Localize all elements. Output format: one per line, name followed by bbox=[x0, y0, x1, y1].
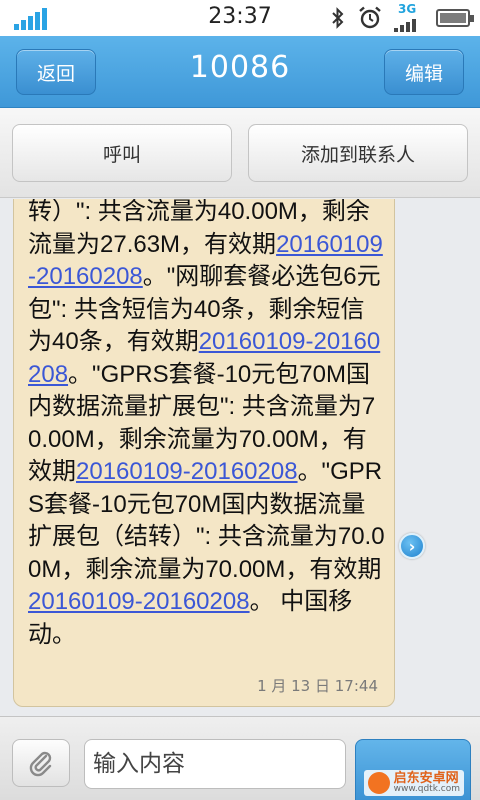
battery-icon bbox=[436, 9, 474, 27]
edit-button[interactable]: 编辑 bbox=[384, 49, 464, 95]
date-range-link[interactable]: 20160109-20160208 bbox=[76, 458, 298, 485]
attach-button[interactable] bbox=[12, 739, 70, 787]
alarm-icon bbox=[359, 6, 381, 29]
status-bar: 23:37 3G bbox=[0, 0, 480, 36]
watermark-logo-icon bbox=[367, 772, 390, 794]
bluetooth-icon bbox=[332, 7, 344, 29]
title-bar: 返回 10086 编辑 bbox=[0, 36, 480, 108]
watermark-url: www.qdtk.com bbox=[393, 784, 460, 794]
add-to-contacts-button[interactable]: 添加到联系人 bbox=[248, 124, 468, 182]
action-bar: 呼叫 添加到联系人 bbox=[0, 108, 480, 198]
back-button[interactable]: 返回 bbox=[16, 49, 96, 95]
paperclip-icon bbox=[29, 751, 52, 777]
message-text: 转）": 共含流量为40.00M，剩余流量为27.63M，有效期20160109… bbox=[28, 199, 386, 651]
message-bubble[interactable]: 转）": 共含流量为40.00M，剩余流量为27.63M，有效期20160109… bbox=[13, 199, 395, 707]
network-label: 3G bbox=[398, 2, 417, 16]
watermark: 启东安卓网 www.qdtk.com bbox=[363, 770, 464, 796]
send-button[interactable]: 启东安卓网 www.qdtk.com bbox=[355, 739, 471, 800]
call-button[interactable]: 呼叫 bbox=[12, 124, 232, 182]
message-input[interactable] bbox=[84, 739, 346, 789]
message-time: 1 月 13 日 17:44 bbox=[257, 677, 378, 695]
page-title: 10086 bbox=[189, 50, 291, 85]
message-list[interactable]: 转）": 共含流量为40.00M，剩余流量为27.63M，有效期20160109… bbox=[0, 199, 480, 716]
compose-bar: 启东安卓网 www.qdtk.com bbox=[0, 716, 480, 800]
network-3g-icon: 3G bbox=[394, 2, 424, 32]
date-range-link[interactable]: 20160109-20160208 bbox=[28, 588, 250, 615]
forward-arrow-icon[interactable]: › bbox=[399, 533, 425, 559]
